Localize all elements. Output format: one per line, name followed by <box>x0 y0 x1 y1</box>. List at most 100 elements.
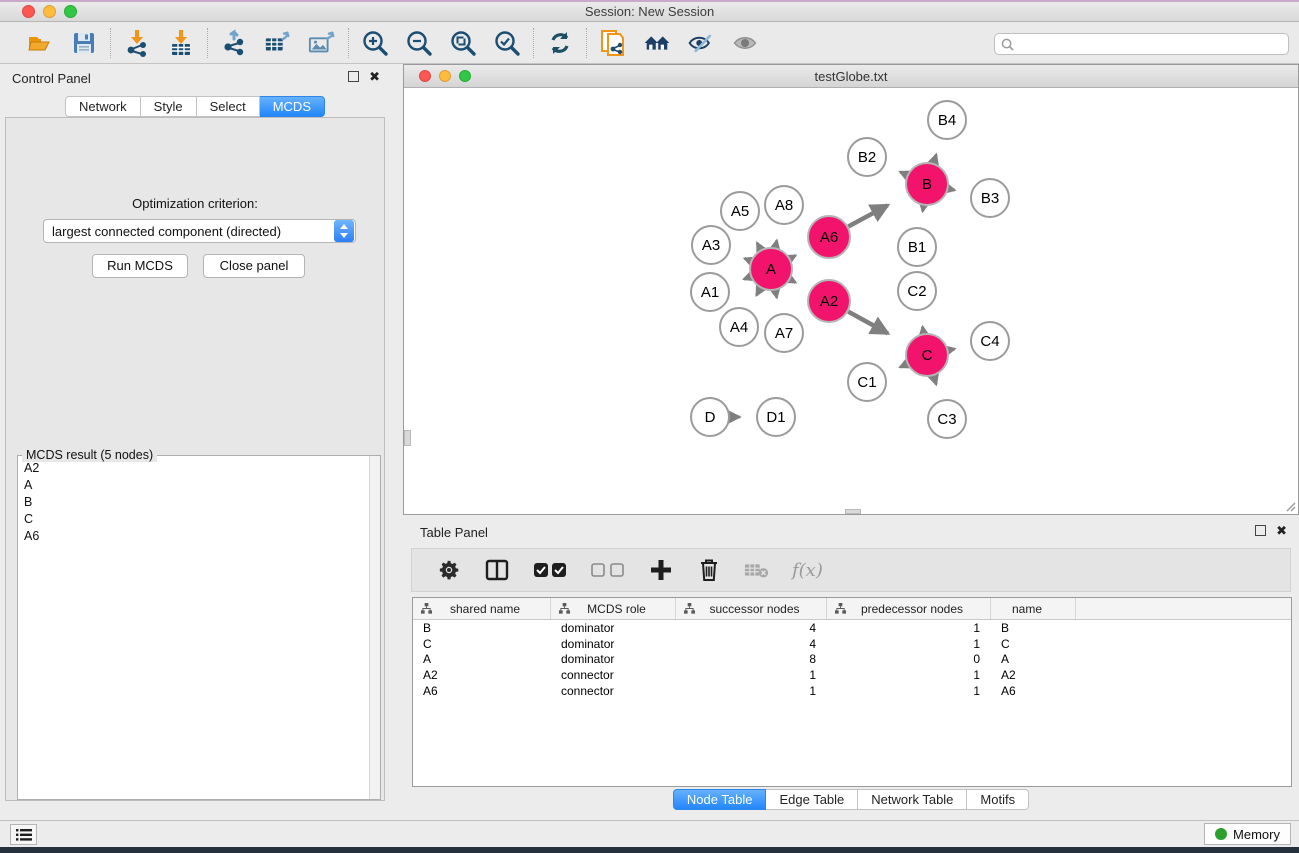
zoom-in-icon[interactable] <box>361 29 389 57</box>
float-panel-icon[interactable] <box>348 71 359 82</box>
run-mcds-button[interactable]: Run MCDS <box>92 254 188 278</box>
table-cell[interactable]: dominator <box>551 620 676 636</box>
table-cell[interactable]: 4 <box>676 620 827 636</box>
table-cell[interactable]: B <box>991 620 1076 636</box>
graph-node-A8[interactable]: A8 <box>765 186 803 224</box>
graph-node-A3[interactable]: A3 <box>692 226 730 264</box>
graph-node-B3[interactable]: B3 <box>971 179 1009 217</box>
select-all-columns-icon[interactable] <box>532 557 568 583</box>
tab-select[interactable]: Select <box>197 96 260 117</box>
graph-node-B4[interactable]: B4 <box>928 101 966 139</box>
table-cell[interactable]: dominator <box>551 636 676 652</box>
graph-node-C2[interactable]: C2 <box>898 272 936 310</box>
refresh-icon[interactable] <box>546 29 574 57</box>
table-cell[interactable]: 4 <box>676 636 827 652</box>
mcds-list-scrollbar[interactable] <box>369 456 380 799</box>
table-cell[interactable]: A6 <box>991 683 1076 699</box>
graph-edge-C-C1[interactable] <box>900 364 907 367</box>
zoom-selected-icon[interactable] <box>493 29 521 57</box>
graph-edge-B-B3[interactable] <box>948 189 954 190</box>
tab-network[interactable]: Network <box>65 96 141 117</box>
search-field[interactable] <box>994 33 1289 55</box>
table-cell[interactable]: connector <box>551 667 676 683</box>
table-cell[interactable]: A6 <box>413 683 551 699</box>
table-row[interactable]: Bdominator41B <box>413 620 1291 636</box>
graph-node-C[interactable]: C <box>906 334 948 376</box>
graph-node-A[interactable]: A <box>750 248 792 290</box>
graph-node-B1[interactable]: B1 <box>898 228 936 266</box>
tab-mcds[interactable]: MCDS <box>260 96 325 117</box>
graph-node-C1[interactable]: C1 <box>848 363 886 401</box>
graph-node-C4[interactable]: C4 <box>971 322 1009 360</box>
birdseye-home-icon[interactable] <box>643 29 671 57</box>
close-table-panel-icon[interactable]: ✖ <box>1276 525 1287 536</box>
table-cell[interactable]: 1 <box>827 620 991 636</box>
network-horizontal-scrollbar[interactable] <box>845 509 861 514</box>
graph-edge-A-A1[interactable] <box>744 277 751 279</box>
add-column-icon[interactable] <box>648 557 674 583</box>
table-row[interactable]: Adominator80A <box>413 651 1291 667</box>
graph-node-A4[interactable]: A4 <box>720 308 758 346</box>
graph-node-A2[interactable]: A2 <box>808 280 850 322</box>
settings-icon[interactable] <box>436 557 462 583</box>
graph-edge-A-A4[interactable] <box>756 288 760 295</box>
graph-node-B2[interactable]: B2 <box>848 138 886 176</box>
split-view-icon[interactable] <box>484 557 510 583</box>
unselect-all-columns-icon[interactable] <box>590 557 626 583</box>
mcds-result-item[interactable]: C <box>19 510 368 527</box>
graph-edge-A-A8[interactable] <box>775 240 776 247</box>
task-history-button[interactable] <box>10 824 37 845</box>
graph-edge-A2-C[interactable] <box>848 312 887 334</box>
open-file-icon[interactable] <box>26 29 54 57</box>
table-row[interactable]: A2connector11A2 <box>413 667 1291 683</box>
graph-node-A7[interactable]: A7 <box>765 314 803 352</box>
mcds-result-item[interactable]: B <box>19 493 368 510</box>
export-network-icon[interactable] <box>220 29 248 57</box>
column-header-name[interactable]: name <box>991 598 1076 619</box>
table-cell[interactable]: 0 <box>827 651 991 667</box>
graph-edge-C-C3[interactable] <box>934 376 937 384</box>
mcds-result-item[interactable]: A <box>19 476 368 493</box>
graph-node-D[interactable]: D <box>691 398 729 436</box>
import-table-icon[interactable] <box>167 29 195 57</box>
show-graphics-icon[interactable] <box>731 29 759 57</box>
zoom-out-icon[interactable] <box>405 29 433 57</box>
graph-edge-B-B2[interactable] <box>900 172 907 175</box>
table-cell[interactable]: A2 <box>413 667 551 683</box>
resize-grip-icon[interactable] <box>1284 500 1296 512</box>
hide-graphics-icon[interactable] <box>687 29 715 57</box>
graph-edge-A-A7[interactable] <box>775 291 776 298</box>
zoom-fit-icon[interactable] <box>449 29 477 57</box>
table-cell[interactable]: A <box>991 651 1076 667</box>
column-header-successor-nodes[interactable]: successor nodes <box>676 598 827 619</box>
close-panel-button[interactable]: Close panel <box>203 254 305 278</box>
tab-node-table[interactable]: Node Table <box>673 789 767 810</box>
table-cell[interactable]: A <box>413 651 551 667</box>
table-cell[interactable]: B <box>413 620 551 636</box>
mcds-result-item[interactable]: A2 <box>19 459 368 476</box>
graph-edge-C-C4[interactable] <box>948 349 954 350</box>
graph-edge-A-A5[interactable] <box>757 243 761 250</box>
float-table-panel-icon[interactable] <box>1255 525 1266 536</box>
criterion-dropdown[interactable]: largest connected component (directed) <box>43 219 356 243</box>
network-vertical-scrollbar[interactable] <box>404 430 411 446</box>
clone-network-icon[interactable] <box>599 29 627 57</box>
table-cell[interactable]: 1 <box>676 667 827 683</box>
graph-node-A6[interactable]: A6 <box>808 216 850 258</box>
import-network-icon[interactable] <box>123 29 151 57</box>
table-cell[interactable]: A2 <box>991 667 1076 683</box>
tab-edge-table[interactable]: Edge Table <box>766 789 858 810</box>
tab-style[interactable]: Style <box>141 96 197 117</box>
column-header-predecessor-nodes[interactable]: predecessor nodes <box>827 598 991 619</box>
mcds-result-item[interactable]: A6 <box>19 527 368 544</box>
graph-edge-A6-B[interactable] <box>848 205 887 226</box>
export-image-icon[interactable] <box>308 29 336 57</box>
tab-motifs[interactable]: Motifs <box>967 789 1029 810</box>
graph-node-C3[interactable]: C3 <box>928 400 966 438</box>
save-icon[interactable] <box>70 29 98 57</box>
graph-node-A5[interactable]: A5 <box>721 192 759 230</box>
table-cell[interactable]: 1 <box>827 636 991 652</box>
column-header-MCDS-role[interactable]: MCDS role <box>551 598 676 619</box>
table-cell[interactable]: C <box>991 636 1076 652</box>
graph-edge-B-B4[interactable] <box>934 155 937 163</box>
